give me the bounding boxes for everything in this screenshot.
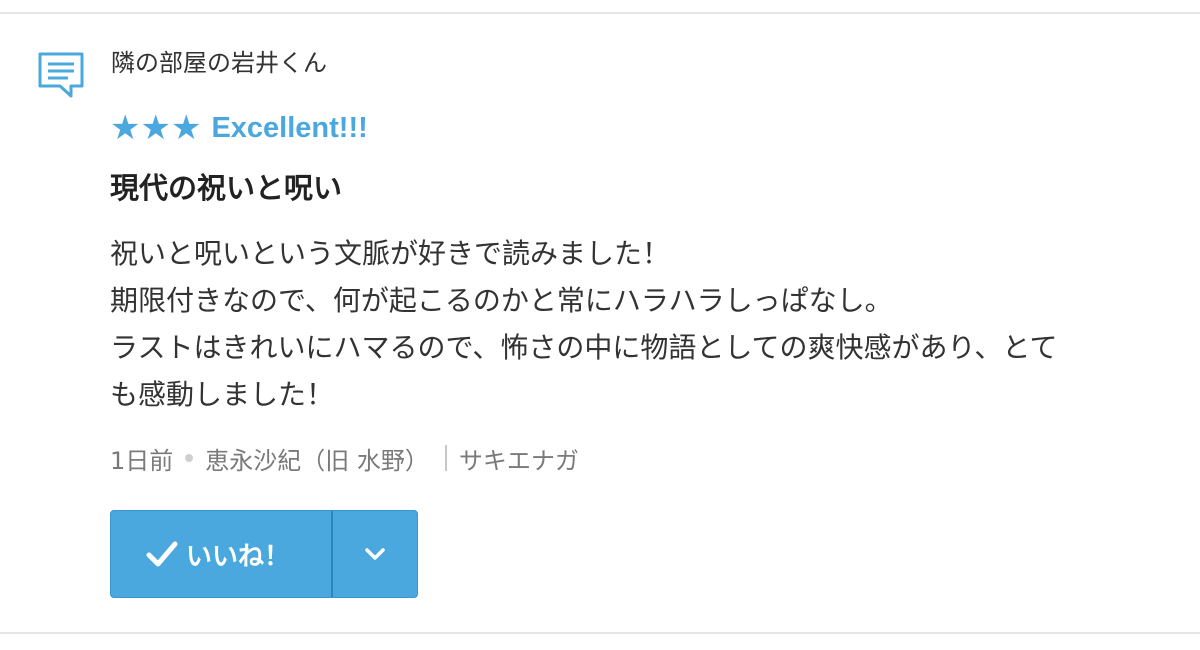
comment-icon [38, 52, 84, 98]
rating-label: Excellent!!! [211, 112, 368, 144]
review-body-line: も感動しました！ [110, 378, 335, 411]
reviewer-name[interactable]: 隣の部屋の岩井くん [111, 46, 327, 80]
like-button-group: いいね！ [110, 510, 418, 598]
like-dropdown-button[interactable] [333, 511, 417, 597]
author-name[interactable]: 恵永沙紀（旧 水野） [205, 441, 429, 476]
like-button[interactable]: いいね！ [111, 511, 331, 597]
review-body-line: 期限付きなので、何が起こるのかと常にハラハラしっぱなし。 [110, 284, 893, 317]
meta-separator [444, 445, 447, 471]
review-card: 隣の部屋の岩井くん ★★★ Excellent!!! 現代の祝いと呪い 祝いと呪… [0, 14, 1200, 632]
review-body-line: ラストはきれいにハマるので、怖さの中に物語としての爽快感があり、とて [110, 331, 1058, 364]
like-label: いいね！ [185, 541, 290, 572]
meta-dot [185, 454, 194, 462]
chevron-down-icon [365, 548, 385, 560]
check-icon [146, 541, 178, 567]
review-title: 現代の祝いと呪い [110, 171, 343, 205]
timestamp: 1日前 [110, 446, 174, 475]
review-meta: 1日前 恵永沙紀（旧 水野） サキエナガ [110, 438, 579, 478]
review-body-line: 祝いと呪いという文脈が好きで読みました！ [110, 237, 671, 270]
review-body: 祝いと呪いという文脈が好きで読みました！ 期限付きなので、何が起こるのかと常にハ… [110, 230, 1172, 418]
bottom-divider [0, 632, 1200, 634]
author-reading: サキエナガ [458, 446, 579, 475]
rating: ★★★ Excellent!!! [110, 106, 368, 150]
rating-stars: ★★★ [110, 108, 202, 148]
